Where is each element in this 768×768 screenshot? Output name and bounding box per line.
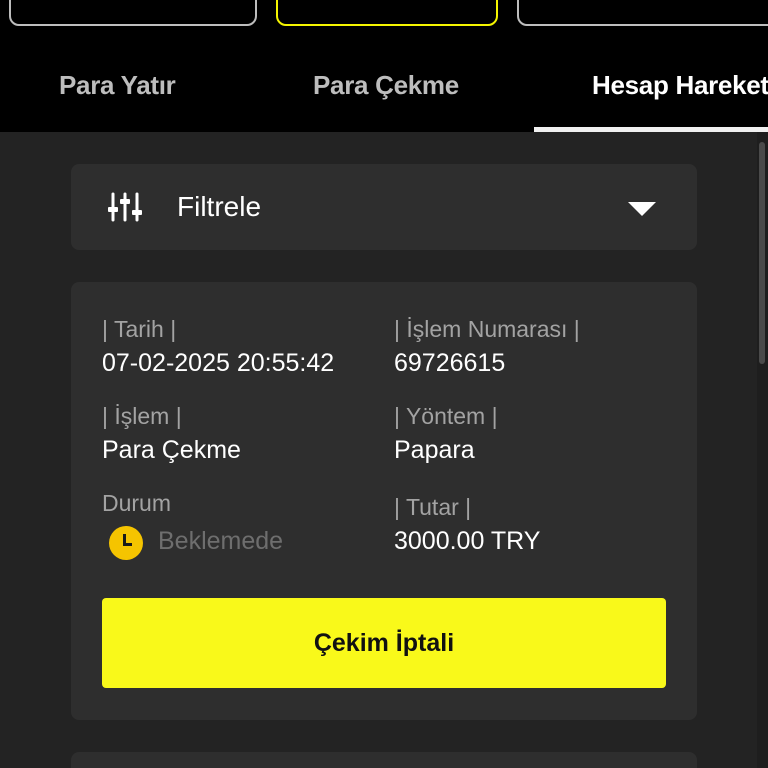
scrollbar-thumb[interactable] <box>759 142 765 364</box>
filter-label: Filtrele <box>177 191 262 222</box>
wallet-option-button-3[interactable] <box>517 0 768 26</box>
cancel-withdrawal-button[interactable]: Çekim İptali <box>102 598 666 688</box>
transaction-type-label: | İşlem | <box>102 403 182 429</box>
transaction-number-label: | İşlem Numarası | <box>394 316 580 342</box>
tab-deposit[interactable]: Para Yatır <box>59 60 176 110</box>
date-label: | Tarih | <box>102 316 177 342</box>
sliders-icon <box>108 192 142 222</box>
tab-account-history[interactable]: Hesap Hareketleri <box>592 60 768 110</box>
next-transaction-card <box>71 752 697 768</box>
chevron-down-icon <box>628 202 656 216</box>
wallet-option-button-1[interactable] <box>9 0 257 26</box>
filter-bar[interactable]: Filtrele <box>71 164 697 250</box>
date-value: 07-02-2025 20:55:42 <box>102 349 335 377</box>
method-label: | Yöntem | <box>394 403 498 429</box>
transaction-type-value: Para Çekme <box>102 436 241 464</box>
status-label: Durum <box>102 490 172 516</box>
amount-label: | Tutar | <box>394 494 472 520</box>
transaction-number-value: 69726615 <box>394 349 506 377</box>
clock-icon <box>109 526 143 560</box>
status-value: Beklemede <box>158 527 284 555</box>
account-activity-page: Para Yatır Para Çekme Hesap Hareketleri … <box>0 0 768 768</box>
tab-withdraw[interactable]: Para Çekme <box>313 60 459 110</box>
active-tab-indicator <box>534 127 768 132</box>
header: Para Yatır Para Çekme Hesap Hareketleri <box>0 0 768 132</box>
method-value: Papara <box>394 436 475 464</box>
amount-value: 3000.00 TRY <box>394 527 541 555</box>
transaction-card: | Tarih | 07-02-2025 20:55:42 | İşlem Nu… <box>71 282 697 720</box>
wallet-option-button-2[interactable] <box>276 0 498 26</box>
